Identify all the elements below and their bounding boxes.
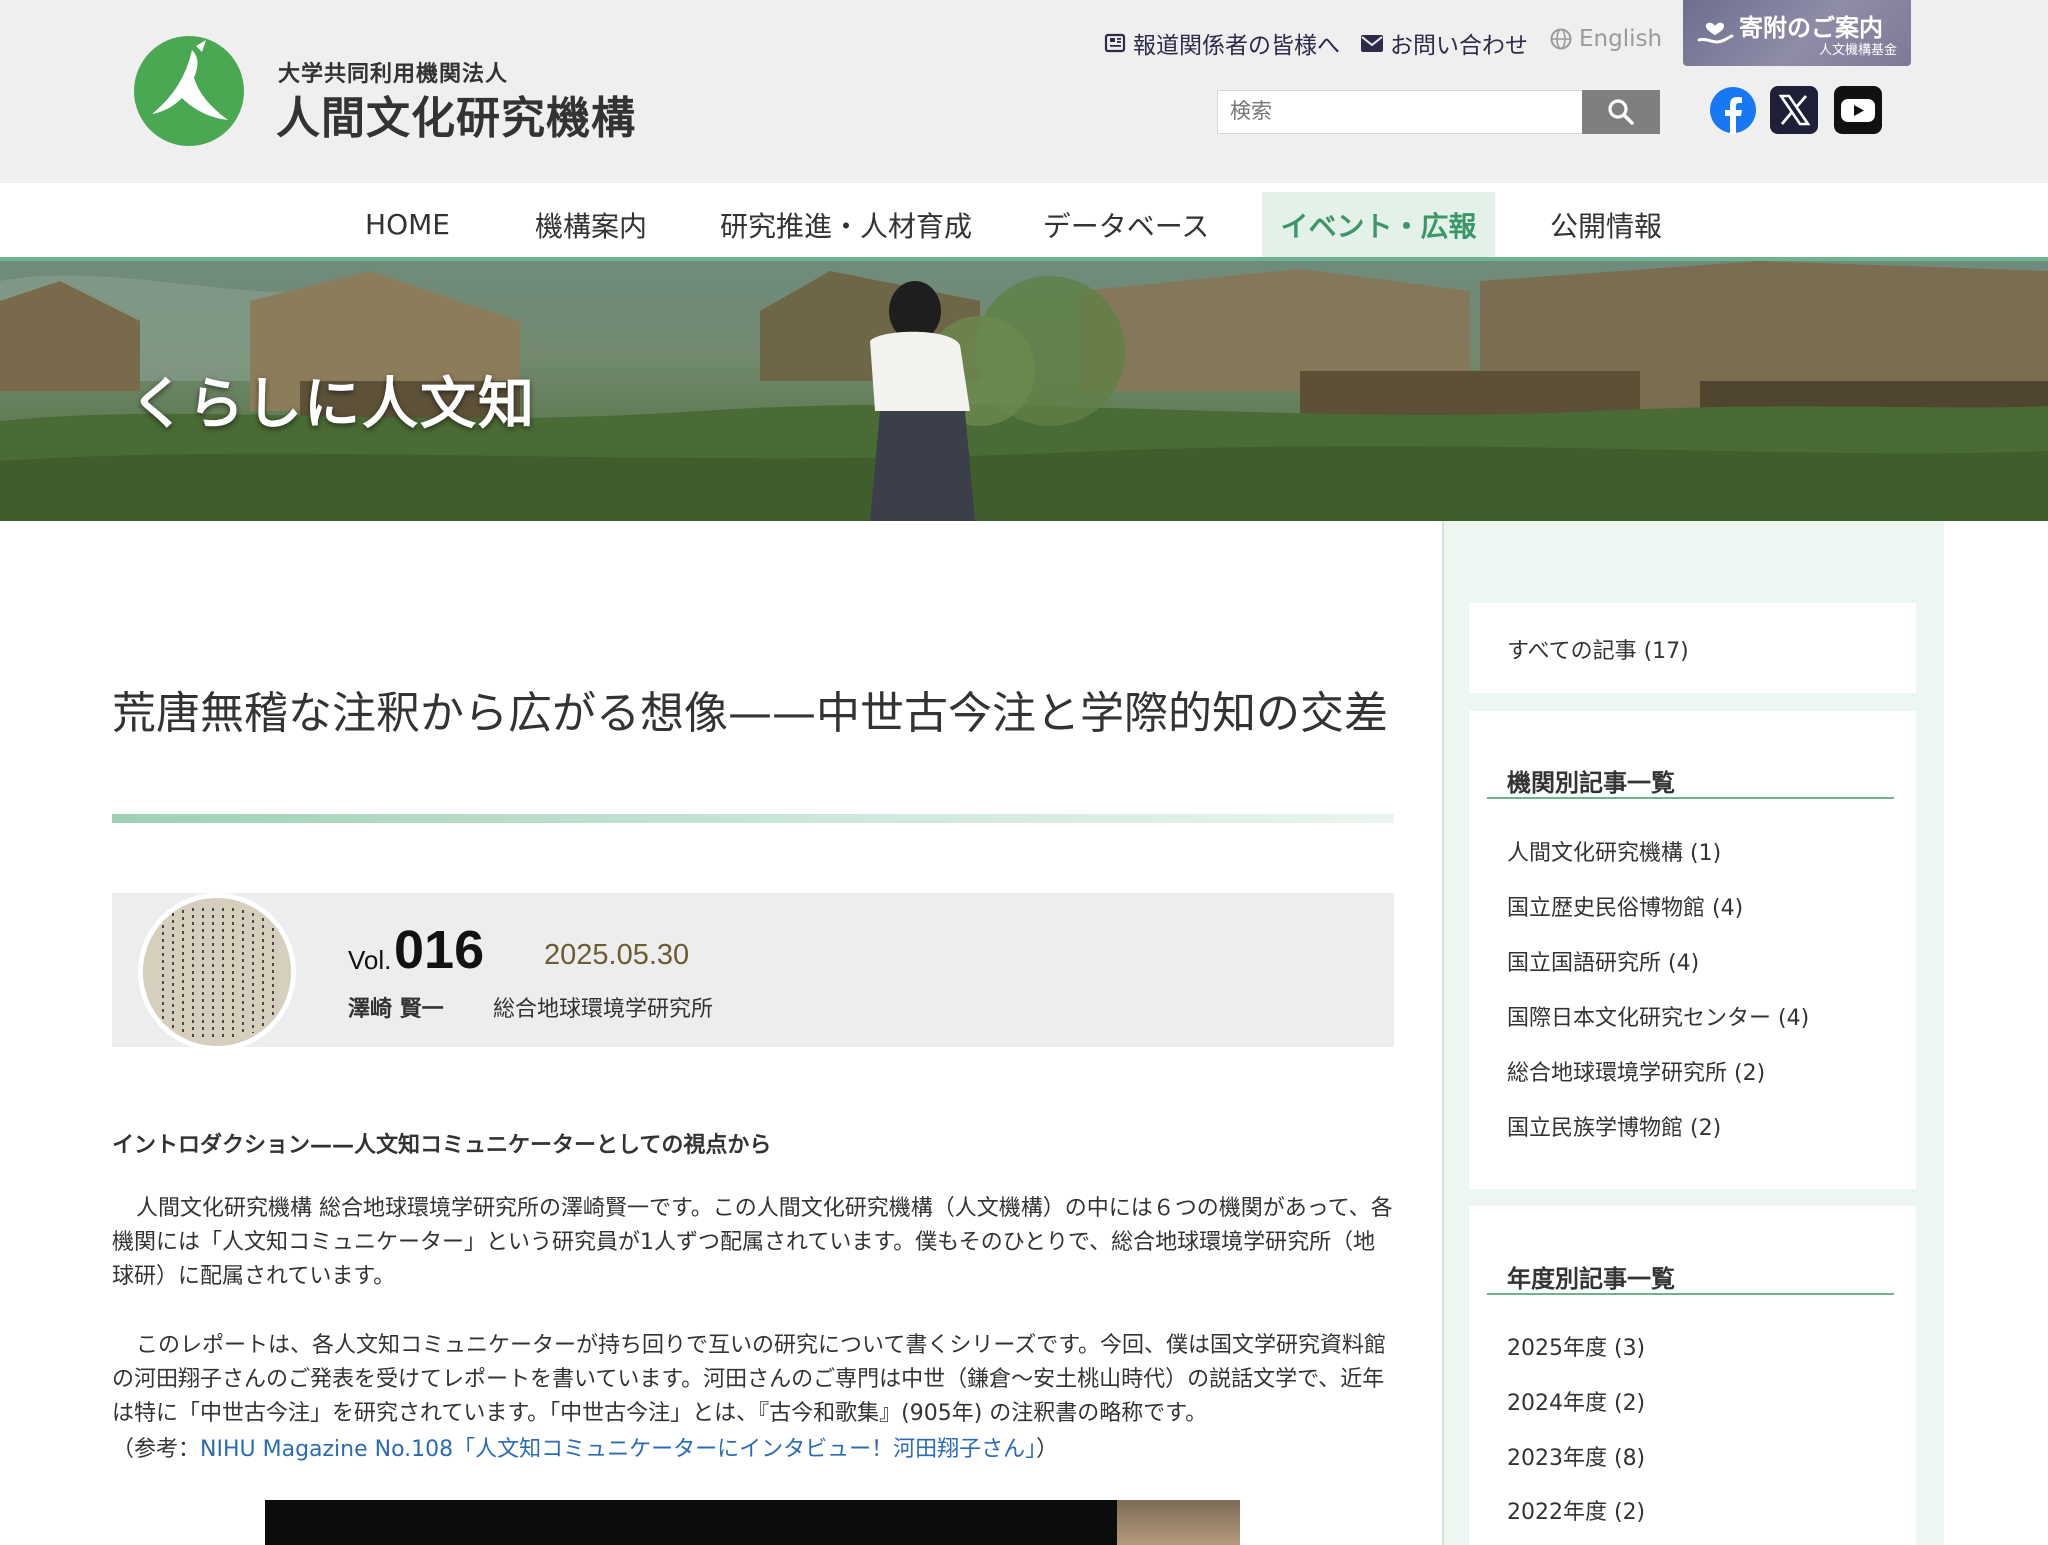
by-year-underline (1487, 1293, 1894, 1295)
donation-subtitle: 人文機構基金 (1818, 43, 1897, 58)
article-paragraph-2: このレポートは、各人文知コミュニケーターが持ち回りで互いの研究について書くシリー… (112, 1333, 1387, 1426)
envelope-icon (1361, 34, 1383, 52)
press-link-label: 報道関係者の皆様へ (1133, 33, 1340, 59)
year-link-2024[interactable]: 2024年度 (2) (1507, 1385, 1645, 1417)
english-link[interactable]: English (1550, 26, 1662, 52)
year-link-2025[interactable]: 2025年度 (3) (1507, 1330, 1645, 1362)
nihu-logo-icon (134, 36, 244, 146)
year-link-2022[interactable]: 2022年度 (2) (1507, 1494, 1645, 1526)
site-header: 大学共同利用機関法人 人間文化研究機構 報道関係者の皆様へ お問い合わせ Eng… (0, 0, 2048, 183)
institution-link-nichibunken[interactable]: 国際日本文化研究センター (4) (1507, 1000, 1809, 1032)
institution-link-minpaku[interactable]: 国立民族学博物館 (2) (1507, 1110, 1721, 1142)
by-institution-underline (1487, 797, 1894, 799)
institution-link-ninjal[interactable]: 国立国語研究所 (4) (1507, 945, 1699, 977)
nav-item-database[interactable]: データベース (1026, 192, 1226, 257)
year-link-2023[interactable]: 2023年度 (8) (1507, 1440, 1645, 1472)
newspaper-icon (1104, 33, 1126, 53)
reference-prefix: （参考： (112, 1437, 201, 1462)
title-underline (112, 814, 1394, 823)
search-input[interactable] (1217, 90, 1583, 134)
all-articles-card: すべての記事 (17) (1469, 603, 1916, 693)
press-link[interactable]: 報道関係者の皆様へ (1104, 26, 1340, 60)
x-icon (1770, 86, 1818, 134)
nav-item-about[interactable]: 機構案内 (510, 192, 672, 257)
hero-title: くらしに人文知 (130, 372, 536, 437)
nav-item-disclosure[interactable]: 公開情報 (1530, 192, 1682, 257)
by-institution-heading: 機関別記事一覧 (1507, 769, 1675, 797)
contact-link-label: お問い合わせ (1390, 33, 1528, 59)
institution-link-nihu[interactable]: 人間文化研究機構 (1) (1507, 835, 1721, 867)
youtube-icon (1834, 86, 1882, 134)
by-year-card: 年度別記事一覧 2025年度 (3) 2024年度 (2) 2023年度 (8)… (1469, 1206, 1916, 1545)
video-speaker-thumbnail (1117, 1500, 1240, 1545)
reference-link[interactable]: NIHU Magazine No.108「人文知コミュニケーターにインタビュー！… (200, 1437, 1036, 1462)
article-meta: Vol. 016 2025.05.30 澤崎 賢一 総合地球環境学研究所 (112, 893, 1394, 1051)
nav-item-research[interactable]: 研究推進・人材育成 (710, 192, 982, 257)
contact-link[interactable]: お問い合わせ (1361, 26, 1528, 60)
globe-icon (1550, 28, 1572, 50)
nav-item-home[interactable]: HOME (345, 192, 470, 257)
author-name: 澤崎 賢一 (348, 997, 444, 1022)
global-nav: HOME 機構案内 研究推進・人材育成 データベース イベント・広報 公開情報 (0, 183, 2048, 261)
search-icon (1608, 99, 1634, 125)
intro-heading: イントロダクション——人文知コミュニケーターとしての視点から (112, 1133, 772, 1158)
author-affiliation: 総合地球環境学研究所 (493, 997, 714, 1022)
donation-title: 寄附のご案内 (1739, 14, 1883, 42)
all-articles-link[interactable]: すべての記事 (17) (1507, 633, 1689, 665)
heart-hand-icon (1697, 22, 1734, 44)
facebook-icon (1710, 87, 1756, 134)
vol-number: 016 (394, 920, 485, 980)
nav-item-events[interactable]: イベント・広報 (1262, 192, 1495, 257)
reference-suffix: ） (1036, 1437, 1059, 1462)
hero-banner: くらしに人文知 (0, 261, 2048, 521)
org-name[interactable]: 人間文化研究機構 (276, 82, 636, 146)
manuscript-thumbnail (143, 898, 291, 1046)
vol-prefix: Vol. (348, 945, 392, 975)
search-button[interactable] (1582, 90, 1660, 134)
by-year-heading: 年度別記事一覧 (1507, 1265, 1675, 1293)
institution-link-chikyuken[interactable]: 総合地球環境学研究所 (2) (1507, 1055, 1765, 1087)
author-avatar (138, 893, 296, 1051)
donation-banner[interactable]: 寄附のご案内 人文機構基金 (1683, 0, 1911, 66)
institution-link-rekihaku[interactable]: 国立歴史民俗博物館 (4) (1507, 890, 1743, 922)
by-institution-card: 機関別記事一覧 人間文化研究機構 (1) 国立歴史民俗博物館 (4) 国立国語研… (1469, 711, 1916, 1189)
video-embed[interactable] (265, 1500, 1240, 1545)
article-title: 荒唐無稽な注釈から広がる想像——中世古今注と学際的知の交差 (112, 688, 1388, 739)
reference-line: （参考：NIHU Magazine No.108「人文知コミュニケーターにインタ… (112, 1431, 1058, 1463)
english-link-label: English (1579, 26, 1663, 52)
article-paragraph-1: 人間文化研究機構 総合地球環境学研究所の澤崎賢一です。この人間文化研究機構（人文… (112, 1196, 1393, 1289)
publish-date: 2025.05.30 (544, 939, 690, 971)
